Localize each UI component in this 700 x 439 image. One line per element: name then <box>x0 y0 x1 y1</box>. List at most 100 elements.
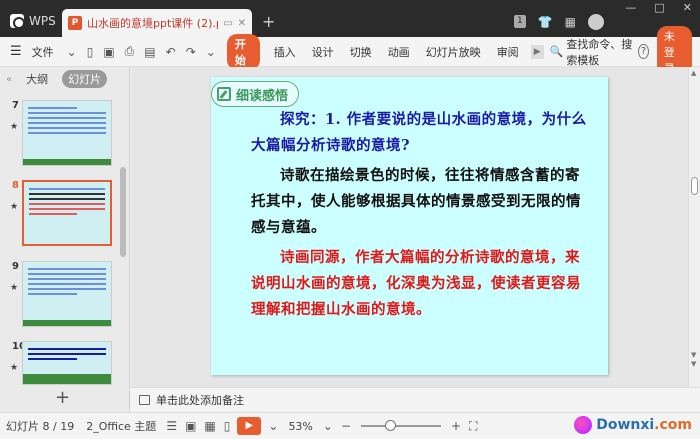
wps-home-tab[interactable]: WPS <box>4 9 60 33</box>
zoom-slider-knob[interactable] <box>385 420 397 431</box>
collapse-panel-icon[interactable]: « <box>6 74 12 85</box>
slide-canvas[interactable]: 细读感悟 探究：1. 作者要说的是山水画的意境，为什么大篇幅分析诗歌的意境? 诗… <box>211 77 608 375</box>
thumb-line <box>28 293 78 295</box>
thumb-line <box>28 127 106 129</box>
theme-name[interactable]: 2_Office 主题 <box>80 418 162 434</box>
thumb-line <box>29 193 105 195</box>
new-tab-button[interactable]: + <box>262 12 275 31</box>
tab-outline[interactable]: 大纲 <box>20 70 54 88</box>
slide-thumbnail-image[interactable] <box>22 100 112 166</box>
window-controls: — □ ✕ <box>610 0 700 15</box>
menu-review[interactable]: 审阅 <box>489 44 527 60</box>
slide-conclusion[interactable]: 诗画同源，作者大篇幅的分析诗歌的意境，来说明山水画的意境，化深奥为浅显，使读者更… <box>251 245 591 323</box>
animation-star-icon: ★ <box>10 283 19 293</box>
zoom-out-icon[interactable]: − <box>337 419 355 433</box>
scroll-up-icon[interactable]: ▲ <box>691 69 696 77</box>
preview-icon[interactable]: ▤ <box>139 45 160 59</box>
fit-window-icon[interactable]: ⛶ <box>465 419 481 434</box>
panel-scrollbar[interactable] <box>120 167 126 257</box>
scrollbar-thumb[interactable] <box>691 177 698 195</box>
thumb-line <box>28 122 106 124</box>
sorter-view-icon[interactable]: ▦ <box>200 419 219 433</box>
slide-panel: « 大纲 幻灯片 7 ★ 8 ★ 9 ★ 10 ★ + <box>0 67 130 412</box>
window-count-badge[interactable]: 1 <box>513 15 526 28</box>
slide-question[interactable]: 探究：1. 作者要说的是山水画的意境，为什么大篇幅分析诗歌的意境? <box>251 107 591 159</box>
thumb-line <box>28 268 106 270</box>
document-tab[interactable]: P 山水画的意境ppt课件 (2).pptx ▭ ✕ <box>62 9 252 37</box>
normal-view-icon[interactable]: ▣ <box>181 419 200 433</box>
watermark: Downxi.com <box>574 416 692 434</box>
notes-placeholder: 单击此处添加备注 <box>156 394 244 407</box>
undo-icon[interactable]: ↶ <box>161 45 181 59</box>
print-icon[interactable]: ⎙ <box>120 44 140 59</box>
scroll-down-icon[interactable]: ▼ ▼ <box>691 351 696 369</box>
thumb-line <box>28 348 106 350</box>
user-avatar-icon[interactable] <box>588 14 604 30</box>
add-slide-button[interactable]: + <box>55 387 70 408</box>
wps-home-label: WPS <box>29 14 56 28</box>
slide-number: 8 <box>12 180 19 191</box>
thumb-line <box>29 213 77 215</box>
thumb-line <box>29 208 105 210</box>
slide-answer[interactable]: 诗歌在描绘景色的时候，往往将情感含蓄的寄托其中，使人能够根据具体的情景感受到无限… <box>251 163 591 241</box>
reading-view-icon[interactable]: ▯ <box>220 419 235 433</box>
animation-star-icon: ★ <box>10 122 19 132</box>
screen-icon[interactable]: ▭ <box>223 18 232 29</box>
animation-star-icon: ★ <box>10 202 19 212</box>
hamburger-menu-icon[interactable]: ☰ <box>0 44 24 59</box>
thumb-line <box>28 288 106 290</box>
more-icon[interactable]: ⌄ <box>201 45 221 59</box>
slide-thumbnail-image[interactable] <box>22 261 112 327</box>
section-badge[interactable]: 细读感悟 <box>211 81 300 107</box>
close-tab-icon[interactable]: ✕ <box>238 18 246 29</box>
slide-number: 9 <box>12 261 19 272</box>
play-options-icon[interactable]: ⌄ <box>264 419 282 433</box>
menu-bar: ☰ 文件 ⌄ ▯ ▣ ⎙ ▤ ↶ ↷ ⌄ 开始 插入 设计 切换 动画 幻灯片放… <box>0 25 700 78</box>
slide-thumbnail-image[interactable] <box>22 180 112 246</box>
thumb-grass <box>23 320 111 326</box>
slide-counter: 幻灯片 8 / 19 <box>6 420 75 433</box>
edit-icon <box>217 87 231 101</box>
redo-icon[interactable]: ↷ <box>181 45 201 59</box>
menu-transition[interactable]: 切换 <box>342 44 380 60</box>
slide-thumbnail-image[interactable] <box>22 341 112 385</box>
thumb-line <box>29 203 105 205</box>
command-search-label: 查找命令、搜索模板 <box>566 37 633 67</box>
title-bar: WPS P 山水画的意境ppt课件 (2).pptx ▭ ✕ + 1 👕 ▦ —… <box>0 0 700 37</box>
notes-icon <box>139 395 150 405</box>
skin-icon[interactable]: 👕 <box>538 15 553 29</box>
ppt-file-icon: P <box>68 16 82 30</box>
slide-list-icon[interactable]: ☰ <box>162 419 181 433</box>
menu-scroll-right-icon[interactable]: ▶ <box>530 44 544 59</box>
slide-editor: 细读感悟 探究：1. 作者要说的是山水画的意境，为什么大篇幅分析诗歌的意境? 诗… <box>131 67 688 387</box>
zoom-dropdown-icon[interactable]: ⌄ <box>319 419 337 433</box>
zoom-slider[interactable] <box>361 420 442 431</box>
open-icon[interactable]: ▯ <box>82 45 99 59</box>
search-icon: 🔍 <box>549 45 564 58</box>
menu-insert[interactable]: 插入 <box>266 44 304 60</box>
save-icon[interactable]: ▣ <box>98 45 119 59</box>
tab-slides[interactable]: 幻灯片 <box>62 70 108 88</box>
menu-file[interactable]: 文件 <box>24 44 62 60</box>
menu-design[interactable]: 设计 <box>304 44 342 60</box>
chevron-down-icon[interactable]: ⌄ <box>62 45 82 59</box>
thumb-grass <box>23 374 111 384</box>
grid-icon[interactable]: ▦ <box>565 15 576 29</box>
thumb-line <box>28 353 106 355</box>
zoom-in-icon[interactable]: + <box>447 419 465 433</box>
menu-slideshow[interactable]: 幻灯片放映 <box>418 44 489 60</box>
animation-star-icon: ★ <box>10 363 19 373</box>
play-slideshow-icon[interactable]: ▶ <box>237 417 262 435</box>
maximize-icon[interactable]: □ <box>654 1 664 15</box>
command-search[interactable]: 🔍 查找命令、搜索模板 <box>550 36 639 68</box>
menu-animation[interactable]: 动画 <box>380 44 418 60</box>
document-tab-title: 山水画的意境ppt课件 (2).pptx <box>87 17 218 30</box>
menu-start[interactable]: 开始 <box>226 33 260 70</box>
zoom-level[interactable]: 53% <box>282 420 318 433</box>
help-icon[interactable]: ? <box>638 44 649 59</box>
close-window-icon[interactable]: ✕ <box>683 1 692 15</box>
notes-bar[interactable]: 单击此处添加备注 <box>131 387 700 412</box>
minimize-icon[interactable]: — <box>625 1 636 15</box>
editor-scrollbar[interactable]: ▲ ▼ ▼ <box>688 67 700 387</box>
thumb-line <box>28 107 78 109</box>
